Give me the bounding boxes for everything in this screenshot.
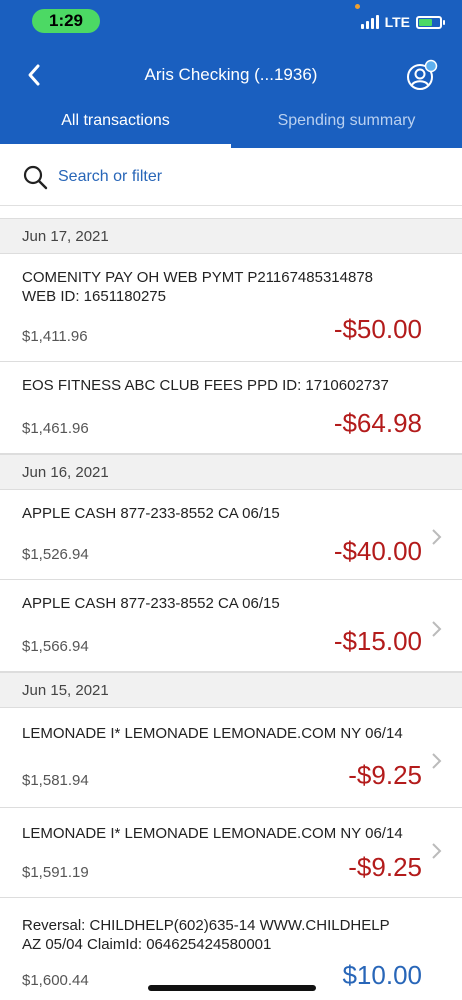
transaction-description: Reversal: CHILDHELP(602)635-14 WWW.CHILD… — [22, 916, 422, 954]
running-balance: $1,566.94 — [22, 638, 89, 655]
transaction-description: COMENITY PAY OH WEB PYMT P21167485314878… — [22, 268, 422, 306]
description-line: COMENITY PAY OH WEB PYMT P21167485314878 — [22, 269, 373, 286]
transaction-row[interactable]: APPLE CASH 877-233-8552 CA 06/15 $1,566.… — [0, 580, 462, 672]
transaction-description: APPLE CASH 877-233-8552 CA 06/15 — [22, 504, 422, 523]
tab-all-transactions[interactable]: All transactions — [0, 104, 231, 148]
privacy-dot-icon — [355, 4, 360, 9]
date-header: Jun 15, 2021 — [0, 672, 462, 708]
page-title: Aris Checking (...1936) — [144, 65, 318, 84]
home-indicator[interactable] — [148, 985, 316, 991]
transaction-amount: -$15.00 — [333, 626, 422, 656]
transaction-row[interactable]: APPLE CASH 877-233-8552 CA 06/15 $1,526.… — [0, 490, 462, 580]
description-line: WEB ID: 1651180275 — [22, 288, 166, 305]
transaction-description: LEMONADE I* LEMONADE LEMONADE.COM NY 06/… — [22, 724, 422, 743]
signal-icon — [360, 15, 379, 29]
chevron-right-icon — [432, 621, 442, 637]
search-input[interactable]: Search or filter — [58, 168, 162, 186]
date-header: Jun 17, 2021 — [0, 218, 462, 254]
description-line: Reversal: CHILDHELP(602)635-14 WWW.CHILD… — [22, 917, 390, 934]
user-profile-icon — [407, 59, 438, 90]
transaction-description: APPLE CASH 877-233-8552 CA 06/15 — [22, 594, 422, 613]
nav-bar: Aris Checking (...1936) — [0, 55, 462, 95]
search-bar[interactable]: Search or filter — [0, 148, 462, 206]
battery-icon — [416, 15, 445, 29]
description-line: LEMONADE I* LEMONADE LEMONADE.COM NY 06/… — [22, 825, 403, 842]
description-line: APPLE CASH 877-233-8552 CA 06/15 — [22, 505, 280, 522]
chevron-right-icon — [432, 529, 442, 545]
transaction-amount: -$9.25 — [348, 852, 422, 882]
transaction-row[interactable]: LEMONADE I* LEMONADE LEMONADE.COM NY 06/… — [0, 708, 462, 808]
app-header: 1:29 LTE Aris Checking (...1936) All tra… — [0, 0, 462, 148]
status-icons: LTE — [360, 12, 445, 32]
transaction-amount: -$50.00 — [333, 314, 422, 344]
transaction-row[interactable]: EOS FITNESS ABC CLUB FEES PPD ID: 171060… — [0, 362, 462, 454]
transaction-list: Jun 17, 2021 COMENITY PAY OH WEB PYMT P2… — [0, 218, 462, 1000]
transaction-amount: -$9.25 — [348, 760, 422, 790]
running-balance: $1,591.19 — [22, 864, 89, 881]
status-bar: 1:29 LTE — [0, 0, 462, 44]
search-icon — [23, 165, 48, 189]
tab-spending-summary[interactable]: Spending summary — [231, 104, 462, 148]
running-balance: $1,461.96 — [22, 420, 89, 437]
status-time: 1:29 — [32, 9, 100, 33]
transaction-amount: -$40.00 — [333, 536, 422, 566]
running-balance: $1,600.44 — [22, 972, 89, 989]
transaction-amount: $10.00 — [342, 960, 422, 990]
transaction-row[interactable]: COMENITY PAY OH WEB PYMT P21167485314878… — [0, 254, 462, 362]
running-balance: $1,526.94 — [22, 546, 89, 563]
date-header: Jun 16, 2021 — [0, 454, 462, 490]
running-balance: $1,581.94 — [22, 772, 89, 789]
transaction-amount: -$64.98 — [333, 408, 422, 438]
chevron-right-icon — [432, 753, 442, 769]
description-line: EOS FITNESS ABC CLUB FEES PPD ID: 171060… — [22, 377, 389, 394]
profile-button[interactable] — [404, 59, 438, 91]
description-line: AZ 05/04 ClaimId: 064625424580001 — [22, 936, 272, 953]
tab-bar: All transactions Spending summary — [0, 104, 462, 148]
description-line: APPLE CASH 877-233-8552 CA 06/15 — [22, 595, 280, 612]
transaction-description: LEMONADE I* LEMONADE LEMONADE.COM NY 06/… — [22, 824, 422, 843]
chevron-right-icon — [432, 843, 442, 859]
network-label: LTE — [384, 14, 410, 30]
transaction-row[interactable]: LEMONADE I* LEMONADE LEMONADE.COM NY 06/… — [0, 808, 462, 898]
transaction-description: EOS FITNESS ABC CLUB FEES PPD ID: 171060… — [22, 376, 422, 395]
running-balance: $1,411.96 — [22, 328, 88, 345]
description-line: LEMONADE I* LEMONADE LEMONADE.COM NY 06/… — [22, 725, 403, 742]
